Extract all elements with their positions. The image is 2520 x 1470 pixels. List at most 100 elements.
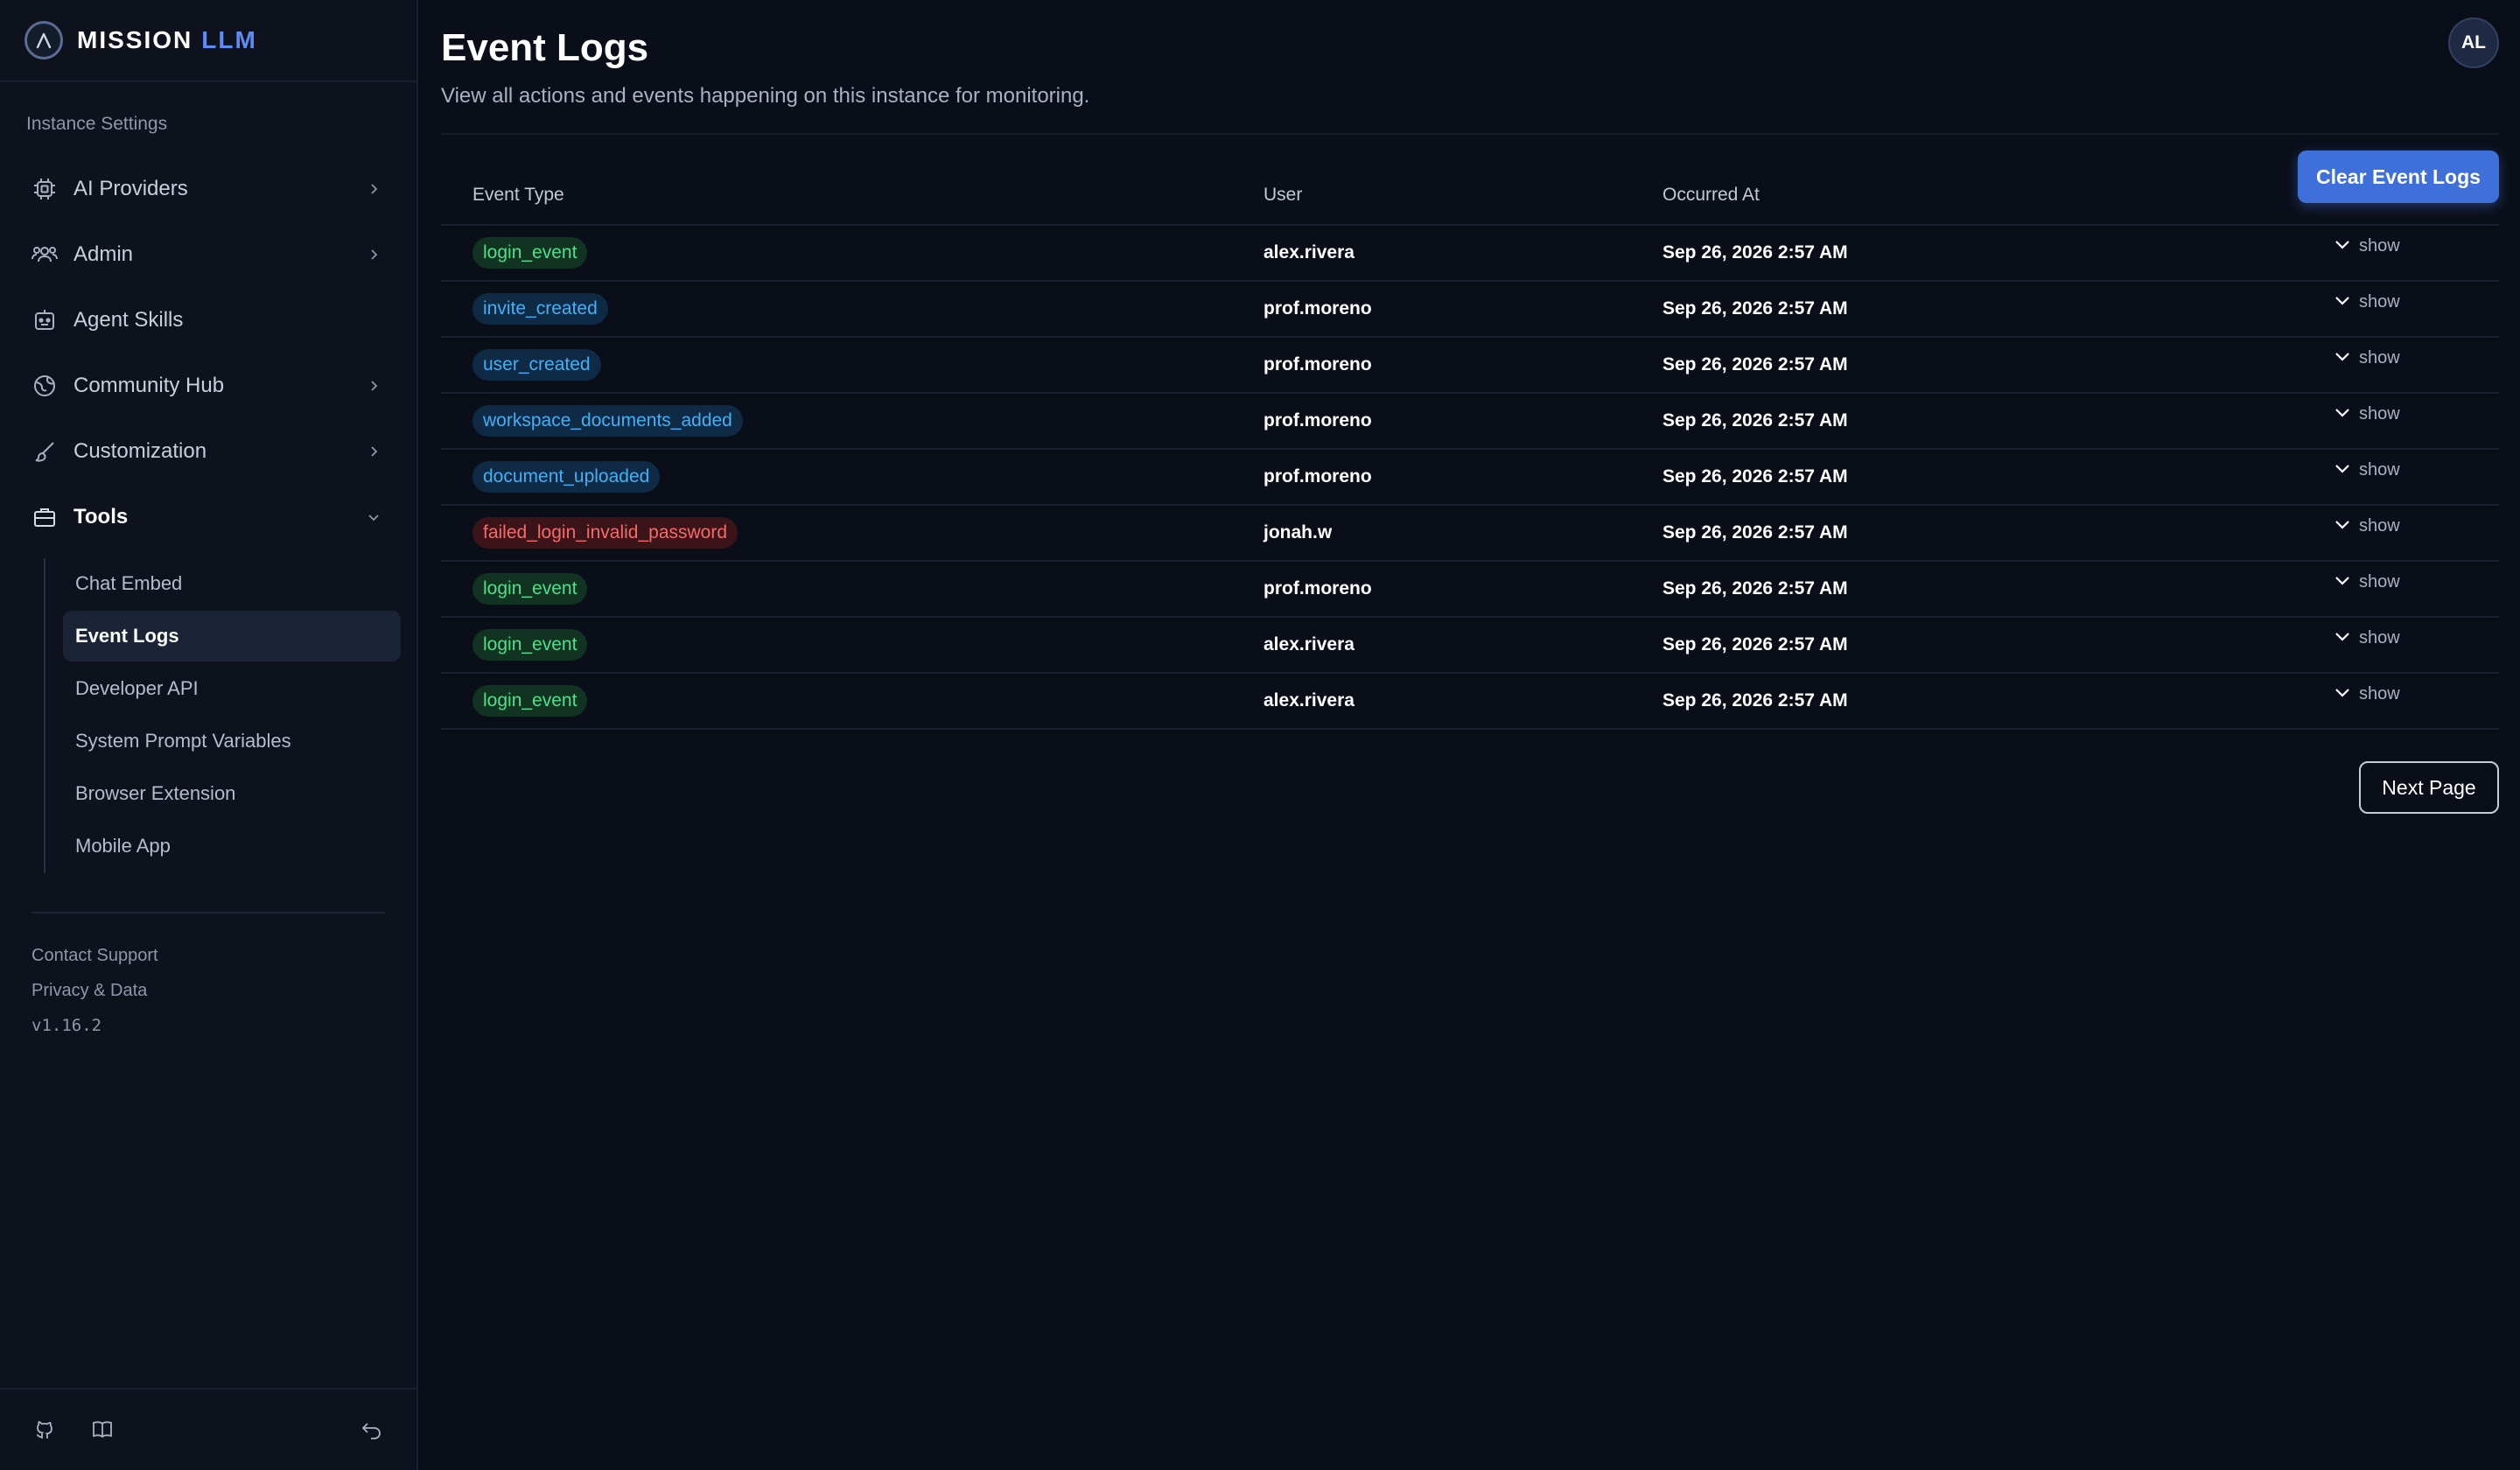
user-cell: jonah.w <box>1264 522 1333 542</box>
show-details-toggle[interactable]: show <box>2333 514 2400 538</box>
show-details-toggle[interactable]: show <box>2333 290 2400 314</box>
occurred-at-cell: Sep 26, 2026 2:57 AM <box>1662 522 1848 542</box>
show-details-toggle[interactable]: show <box>2333 458 2400 482</box>
table-header: Event Type User Occurred At <box>441 166 2499 226</box>
show-details-toggle[interactable]: show <box>2333 234 2400 258</box>
occurred-at-cell: Sep 26, 2026 2:57 AM <box>1662 690 1848 710</box>
privacy-data-link[interactable]: Privacy & Data <box>0 973 416 1008</box>
chevron-down-icon <box>364 508 383 527</box>
contact-support-link[interactable]: Contact Support <box>0 938 416 973</box>
event-type-cell: login_event <box>441 573 1264 605</box>
table-body: login_event alex.rivera Sep 26, 2026 2:57 … <box>441 226 2499 730</box>
actions-cell: show <box>2333 618 2499 650</box>
occurred-at-cell: Sep 26, 2026 2:57 AM <box>1662 298 1848 318</box>
table-row: login_event alex.rivera Sep 26, 2026 2:57 … <box>441 226 2499 282</box>
sidebar-item-chat-embed[interactable]: Chat Embed <box>63 558 401 609</box>
event-type-cell: invite_created <box>441 293 1264 325</box>
chevron-down-icon <box>2333 570 2352 594</box>
event-type-cell: login_event <box>441 685 1264 717</box>
user-cell: alex.rivera <box>1264 690 1354 710</box>
event-type-cell: login_event <box>441 237 1264 269</box>
back-arrow-icon[interactable] <box>359 1417 385 1443</box>
actions-cell: show <box>2333 506 2499 538</box>
actions-cell: show <box>2333 562 2499 594</box>
occurred-at-cell: Sep 26, 2026 2:57 AM <box>1662 242 1848 262</box>
actions-cell: show <box>2333 450 2499 482</box>
event-type-badge: document_uploaded <box>472 461 661 493</box>
table-row: login_event alex.rivera Sep 26, 2026 2:57 … <box>441 618 2499 674</box>
event-type-badge: invite_created <box>472 293 608 325</box>
table-row: workspace_documents_added prof.moreno Sep … <box>441 394 2499 450</box>
sidebar-item-mobile-app[interactable]: Mobile App <box>63 821 401 872</box>
event-type-cell: workspace_documents_added <box>441 405 1264 437</box>
sidebar-item-developer-api[interactable]: Developer API <box>63 663 401 714</box>
show-label: show <box>2359 236 2400 256</box>
page-title: Event Logs <box>441 26 649 69</box>
sidebar-item-browser-extension[interactable]: Browser Extension <box>63 768 401 819</box>
header-divider <box>441 133 2499 135</box>
users-icon <box>30 240 60 270</box>
column-header-event-type: Event Type <box>472 185 564 205</box>
page-subtitle: View all actions and events happening on… <box>441 84 1090 108</box>
user-cell: prof.moreno <box>1264 578 1372 598</box>
sidebar-item-tools[interactable]: Tools <box>0 484 416 550</box>
sidebar-item-admin[interactable]: Admin <box>0 221 416 287</box>
user-cell: alex.rivera <box>1264 634 1354 654</box>
event-type-badge: login_event <box>472 573 588 605</box>
sidebar-divider <box>32 912 385 914</box>
main-content: Event Logs View all actions and events h… <box>418 0 2520 1470</box>
sidebar: MISSION LLM Instance Settings AI Provider… <box>0 0 418 1470</box>
event-type-cell: document_uploaded <box>441 461 1264 493</box>
robot-icon <box>30 305 60 335</box>
brush-icon <box>30 437 60 466</box>
show-details-toggle[interactable]: show <box>2333 682 2400 706</box>
occurred-at-cell: Sep 26, 2026 2:57 AM <box>1662 354 1848 374</box>
column-header-user: User <box>1264 185 1303 205</box>
show-details-toggle[interactable]: show <box>2333 626 2400 650</box>
chevron-right-icon <box>364 179 383 199</box>
globe-icon <box>30 371 60 401</box>
avatar[interactable]: AL <box>2448 18 2499 68</box>
next-page-button[interactable]: Next Page <box>2359 761 2499 814</box>
table-row: login_event alex.rivera Sep 26, 2026 2:57 … <box>441 674 2499 730</box>
event-type-cell: failed_login_invalid_password <box>441 517 1264 549</box>
github-icon[interactable] <box>32 1417 58 1443</box>
chevron-down-icon <box>2333 458 2352 482</box>
event-type-badge: failed_login_invalid_password <box>472 517 738 549</box>
section-label: Instance Settings <box>26 114 168 134</box>
sidebar-item-customization[interactable]: Customization <box>0 418 416 484</box>
show-label: show <box>2359 572 2400 592</box>
occurred-at-cell: Sep 26, 2026 2:57 AM <box>1662 466 1848 486</box>
sidebar-item-system-prompt-variables[interactable]: System Prompt Variables <box>63 716 401 766</box>
actions-cell: show <box>2333 226 2499 258</box>
table-row: document_uploaded prof.moreno Sep 26, 2026… <box>441 450 2499 506</box>
clear-event-logs-button[interactable]: Clear Event Logs <box>2298 150 2499 203</box>
table-row: invite_created prof.moreno Sep 26, 2026 2:… <box>441 282 2499 338</box>
sidebar-item-event-logs[interactable]: Event Logs <box>63 611 401 662</box>
user-cell: prof.moreno <box>1264 410 1372 430</box>
show-details-toggle[interactable]: show <box>2333 402 2400 426</box>
event-type-badge: login_event <box>472 629 588 661</box>
table-row: login_event prof.moreno Sep 26, 2026 2:57 … <box>441 562 2499 618</box>
brand[interactable]: MISSION LLM <box>0 0 416 82</box>
show-details-toggle[interactable]: show <box>2333 346 2400 370</box>
sidebar-item-ai-providers[interactable]: AI Providers <box>0 156 416 221</box>
actions-cell: show <box>2333 674 2499 706</box>
event-type-cell: login_event <box>441 629 1264 661</box>
user-cell: prof.moreno <box>1264 466 1372 486</box>
table-row: user_created prof.moreno Sep 26, 2026 2:57… <box>441 338 2499 394</box>
user-cell: prof.moreno <box>1264 354 1372 374</box>
chevron-down-icon <box>2333 514 2352 538</box>
event-type-badge: workspace_documents_added <box>472 405 743 437</box>
show-label: show <box>2359 404 2400 424</box>
actions-cell: show <box>2333 282 2499 314</box>
event-logs-table: Event Type User Occurred At login_event a… <box>441 166 2499 730</box>
user-cell: alex.rivera <box>1264 242 1354 262</box>
chevron-down-icon <box>2333 682 2352 706</box>
sidebar-item-community-hub[interactable]: Community Hub <box>0 353 416 418</box>
show-details-toggle[interactable]: show <box>2333 570 2400 594</box>
book-icon[interactable] <box>89 1417 116 1443</box>
chevron-right-icon <box>364 442 383 461</box>
sidebar-item-agent-skills[interactable]: Agent Skills <box>0 287 416 353</box>
event-type-badge: login_event <box>472 237 588 269</box>
